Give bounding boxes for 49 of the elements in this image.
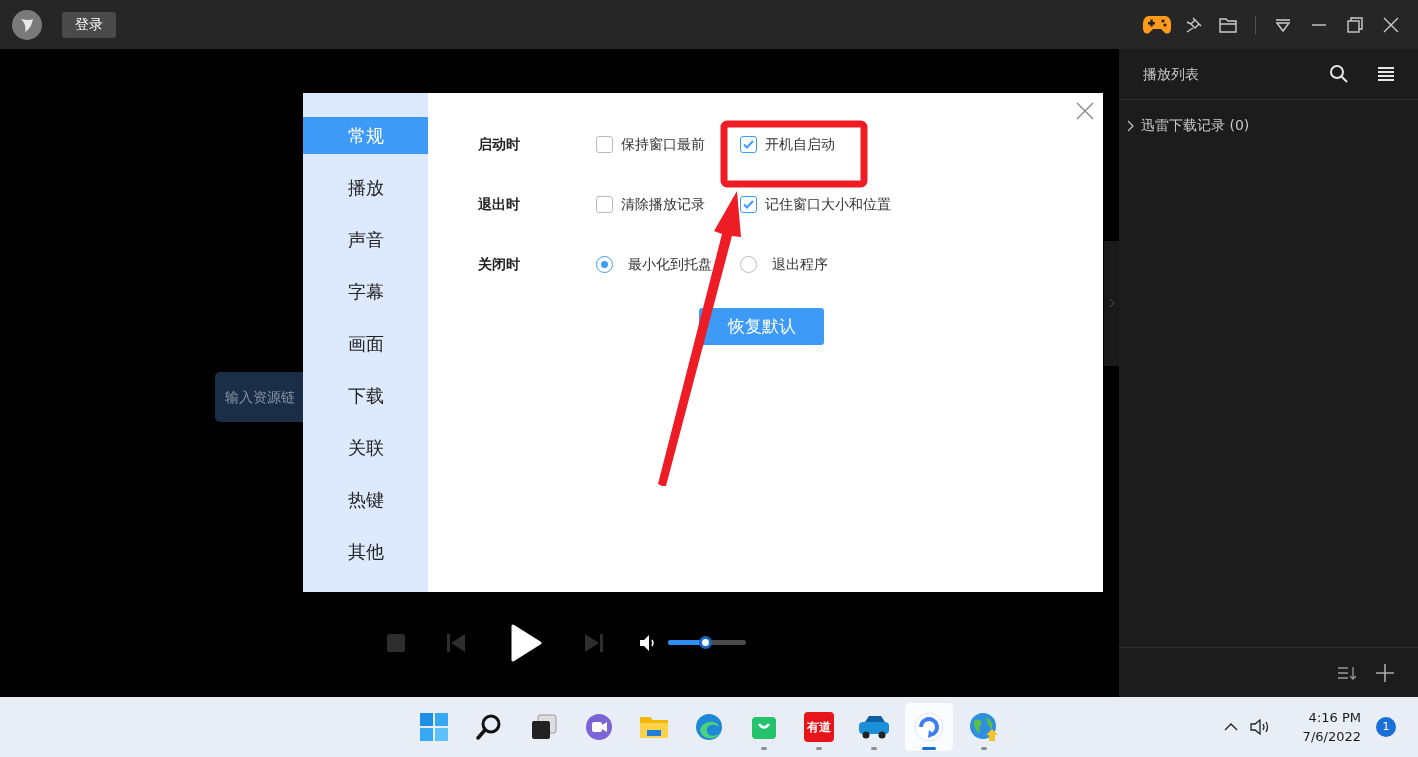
- windows-logo-icon: [419, 712, 449, 742]
- add-icon[interactable]: [1374, 661, 1396, 684]
- radio-option[interactable]: 退出程序: [740, 253, 828, 275]
- option-label: 退出程序: [772, 254, 828, 274]
- checkbox-option[interactable]: 开机自启动: [740, 133, 835, 155]
- taskbar-app[interactable]: 有道: [795, 703, 843, 751]
- checkbox-option[interactable]: 记住窗口大小和位置: [740, 193, 891, 215]
- radio-option[interactable]: 最小化到托盘: [596, 253, 740, 275]
- checkbox-option[interactable]: 清除播放记录: [596, 193, 740, 215]
- checkbox[interactable]: [596, 195, 613, 213]
- notification-badge[interactable]: 1: [1376, 717, 1396, 737]
- clock-date: 7/6/2022: [1302, 728, 1361, 746]
- nav-item[interactable]: 画面: [303, 325, 428, 362]
- checkmark-icon: [743, 139, 754, 149]
- task-view-icon: [529, 712, 559, 742]
- checkbox[interactable]: [596, 135, 613, 153]
- browser-icon: [694, 712, 724, 742]
- option-label: 记住窗口大小和位置: [765, 194, 891, 214]
- option-label: 清除播放记录: [621, 194, 705, 214]
- login-button[interactable]: 登录: [62, 11, 116, 38]
- nav-item[interactable]: 字幕: [303, 273, 428, 310]
- playlist-group[interactable]: 迅雷下载记录 (0): [1127, 115, 1418, 136]
- checkbox-option[interactable]: 保持窗口最前: [596, 133, 740, 155]
- nav-item[interactable]: 关联: [303, 429, 428, 466]
- nav-item[interactable]: 其他: [303, 533, 428, 570]
- menu-icon[interactable]: [1376, 64, 1396, 84]
- chevron-icon: [1108, 298, 1115, 308]
- setting-label: 退出时: [478, 194, 521, 214]
- bird-logo-icon: [12, 9, 42, 40]
- nav-item[interactable]: 播放: [303, 169, 428, 206]
- clock-time: 4:16 PM: [1308, 709, 1361, 727]
- option-label: 最小化到托盘: [628, 254, 712, 274]
- checkbox[interactable]: [740, 195, 757, 213]
- option-label: 开机自启动: [765, 134, 835, 154]
- video-chat-icon: [584, 712, 614, 742]
- playlist-title: 播放列表: [1143, 64, 1199, 84]
- nav-item[interactable]: 声音: [303, 221, 428, 258]
- globe-icon: [968, 711, 1000, 743]
- setting-label: 启动时: [478, 134, 521, 154]
- option-label: 保持窗口最前: [621, 134, 705, 154]
- app-logo: 有道: [804, 712, 834, 742]
- nav-item[interactable]: 热键: [303, 481, 428, 518]
- play-icon[interactable]: [509, 623, 543, 663]
- checkbox[interactable]: [740, 135, 757, 153]
- checkmark-icon: [743, 199, 754, 209]
- player-logo-icon: [913, 711, 945, 743]
- setting-label: 关闭时: [478, 254, 521, 274]
- chevron-icon: [1127, 119, 1135, 132]
- search-icon[interactable]: [1328, 63, 1350, 85]
